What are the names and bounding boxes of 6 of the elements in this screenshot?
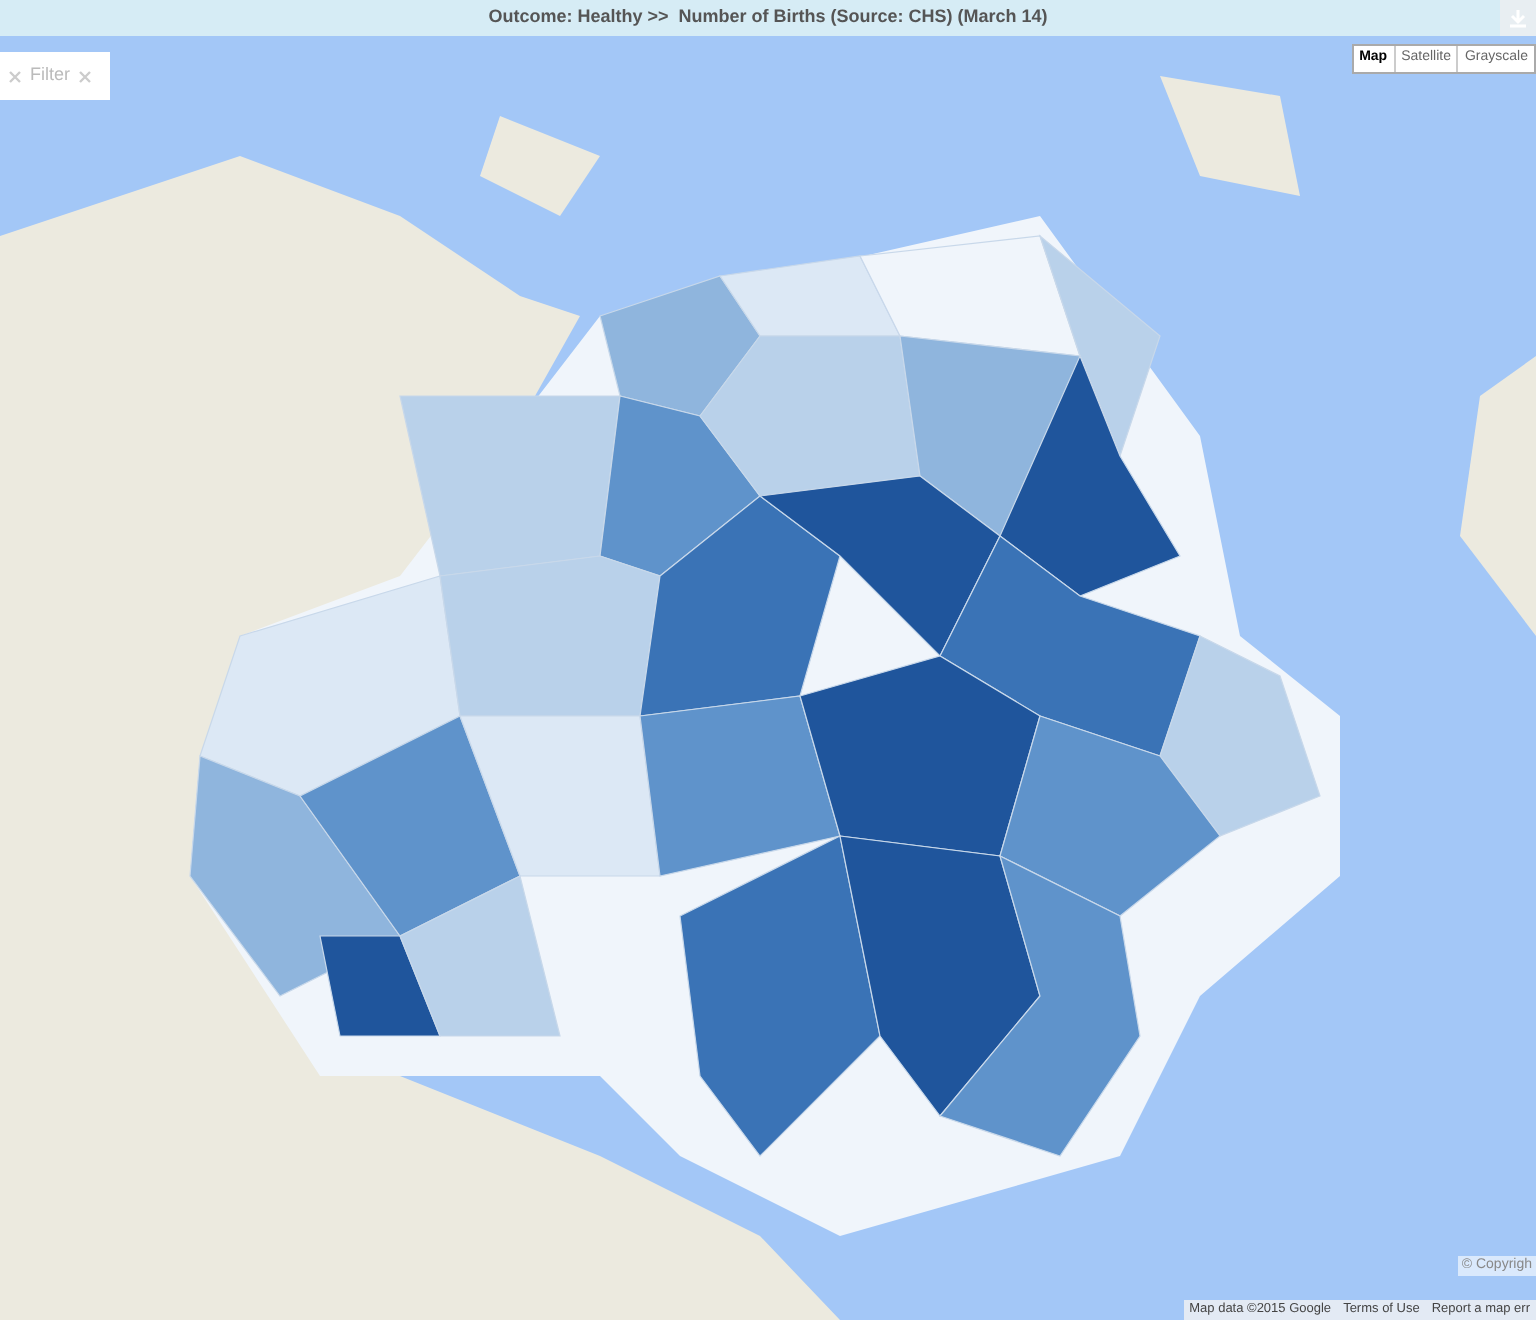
filter-label: Filter [30,62,70,89]
close-icon[interactable] [78,69,92,83]
close-icon[interactable] [8,69,22,83]
download-button[interactable] [1500,0,1536,36]
header-title: Outcome: Healthy >> Number of Births (Source: CHS) (March 14) [488,4,1048,31]
choropleth-map-drawing[interactable] [0,36,1536,1320]
